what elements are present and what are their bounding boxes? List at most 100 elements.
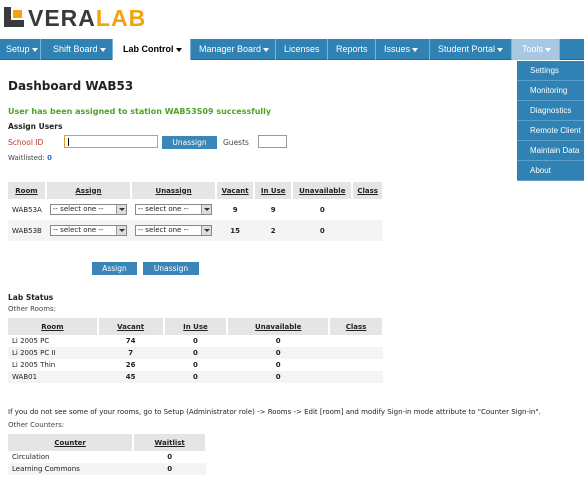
col-class: Class (329, 318, 384, 335)
vacant-count: 26 (125, 361, 136, 369)
chevron-down-icon (99, 47, 106, 52)
lab-status-title: Lab Status (8, 293, 54, 302)
vacant-count[interactable]: 15 (216, 220, 254, 241)
nav-setup[interactable]: Setup (0, 39, 41, 60)
guests-input[interactable] (258, 135, 287, 148)
info-text: If you do not see some of your rooms, go… (8, 408, 541, 416)
table-row: Li 2005 PC 74 0 0 (8, 335, 383, 347)
waitlisted-count[interactable]: 0 (47, 154, 52, 162)
menu-item-diagnostics[interactable]: Diagnostics (517, 101, 584, 121)
logo-text-lab: LAB (95, 5, 147, 31)
room-name: Li 2005 PC II (12, 349, 56, 357)
unavailable-count[interactable]: 0 (292, 220, 352, 241)
table-header-row: Room Vacant In Use Unavailable Class (8, 318, 384, 335)
menu-item-maintain-data[interactable]: Maintain Data (517, 141, 584, 161)
in-use-count[interactable]: 9 (254, 199, 292, 220)
assign-cell: -- select one -- (46, 199, 131, 220)
menu-item-monitoring[interactable]: Monitoring (517, 81, 584, 101)
waitlist-count[interactable]: 0 (133, 451, 206, 463)
chevron-down-icon (31, 47, 38, 52)
table-row: Li 2005 PC II 7 0 0 (8, 347, 383, 359)
unavailable-count[interactable]: 0 (292, 199, 352, 220)
class-cell (352, 220, 383, 241)
assign-select[interactable]: -- select one -- (49, 225, 127, 236)
nav-lab-control[interactable]: Lab Control (113, 39, 191, 60)
unassign-user-button[interactable]: Unassign (162, 136, 217, 149)
unassign-select[interactable]: -- select one -- (135, 225, 213, 236)
room-name: Li 2005 Thin (12, 361, 56, 369)
nav-student-portal[interactable]: Student Portal (430, 39, 512, 60)
chevron-down-icon (497, 47, 504, 52)
nav-student-portal-label: Student Portal (438, 44, 496, 54)
chevron-down-icon (201, 205, 212, 214)
col-in-use: In Use (254, 182, 294, 199)
guests-label: Guests (223, 138, 249, 147)
unassign-select[interactable]: -- select one -- (135, 204, 213, 215)
assign-select-value: -- select one -- (52, 205, 104, 213)
nav-reports[interactable]: Reports (328, 39, 376, 60)
nav-licenses[interactable]: Licenses (276, 39, 328, 60)
lab-status-table: Room Vacant In Use Unavailable Class Li … (8, 318, 384, 383)
class-cell (329, 347, 383, 359)
unavailable-count: 0 (275, 337, 281, 345)
unassign-select-value: -- select one -- (138, 226, 189, 234)
table-row: WAB01 45 0 0 (8, 371, 383, 383)
assign-users-title: Assign Users (8, 122, 63, 131)
unassign-button[interactable]: Unassign (143, 262, 199, 275)
unavailable-count: 0 (275, 349, 281, 357)
chevron-down-icon (545, 47, 552, 52)
col-in-use: In Use (163, 318, 229, 335)
table-row: WAB53A -- select one -- -- select one --… (8, 199, 383, 220)
col-class: Class (352, 182, 384, 199)
assign-cell: -- select one -- (46, 220, 131, 241)
page-title: Dashboard WAB53 (8, 79, 134, 93)
unavailable-count: 0 (275, 361, 281, 369)
school-id-input[interactable] (64, 135, 158, 148)
main-nav: Setup Shift Board Lab Control Manager Bo… (0, 39, 584, 60)
header: VERALAB (0, 0, 584, 39)
veralab-logo[interactable]: VERALAB (4, 5, 147, 31)
table-header-row: Counter Waitlist (8, 434, 207, 451)
vacant-count: 7 (128, 349, 134, 357)
nav-issues[interactable]: Issues (376, 39, 430, 60)
col-assign: Assign (45, 182, 133, 199)
assign-button[interactable]: Assign (92, 262, 137, 275)
nav-manager-board-label: Manager Board (199, 44, 262, 54)
counter-name: Learning Commons (12, 465, 80, 473)
vacant-count[interactable]: 9 (216, 199, 254, 220)
nav-shift-board[interactable]: Shift Board (41, 39, 113, 60)
menu-item-remote-client[interactable]: Remote Client (517, 121, 584, 141)
col-vacant: Vacant (216, 182, 256, 199)
in-use-count: 0 (193, 349, 198, 357)
chevron-down-icon (115, 205, 126, 214)
class-cell (329, 371, 383, 383)
room-name: WAB53B (12, 226, 42, 235)
counter-name: Circulation (12, 453, 50, 461)
unavailable-count: 0 (275, 373, 281, 381)
table-row: Circulation 0 (8, 451, 206, 463)
col-unavailable: Unavailable (292, 182, 354, 199)
other-counters-label: Other Counters: (8, 421, 65, 429)
waitlisted-row: Waitlisted: 0 (8, 154, 52, 162)
col-room: Room (8, 182, 47, 199)
menu-item-about[interactable]: About (517, 161, 584, 181)
menu-item-settings[interactable]: Settings (517, 61, 584, 81)
room-name: WAB01 (12, 373, 38, 381)
col-unavailable: Unavailable (227, 318, 331, 335)
nav-setup-label: Setup (6, 44, 30, 54)
col-waitlist: Waitlist (133, 434, 207, 451)
nav-tools[interactable]: Tools (512, 39, 560, 60)
in-use-count: 0 (193, 361, 198, 369)
room-name: Li 2005 PC (12, 337, 50, 345)
rooms-table: Room Assign Unassign Vacant In Use Unava… (8, 182, 384, 241)
table-row: WAB53B -- select one -- -- select one --… (8, 220, 383, 241)
other-rooms-label: Other Rooms: (8, 305, 57, 313)
waitlist-count[interactable]: 0 (133, 463, 206, 475)
nav-manager-board[interactable]: Manager Board (191, 39, 276, 60)
unassign-cell: -- select one -- (131, 220, 216, 241)
class-cell (329, 335, 383, 347)
assign-select[interactable]: -- select one -- (49, 204, 127, 215)
waitlisted-label: Waitlisted: (8, 154, 45, 162)
in-use-count[interactable]: 2 (254, 220, 292, 241)
vacant-count: 74 (125, 337, 136, 345)
